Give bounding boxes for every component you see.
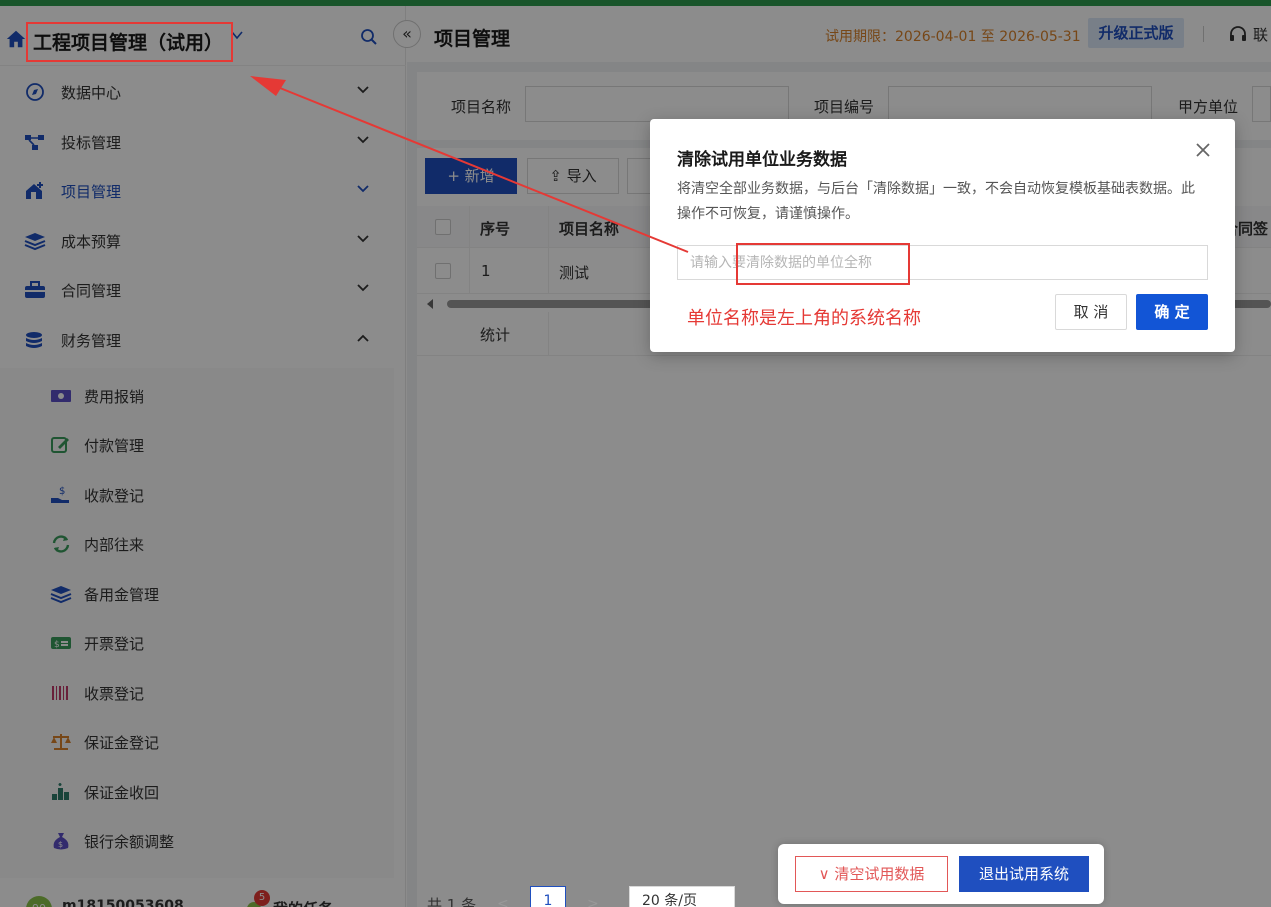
annotation-note: 单位名称是左上角的系统名称 — [687, 308, 921, 329]
exit-trial-button[interactable]: 退出试用系统 — [959, 856, 1089, 892]
page-number-button[interactable]: 1 — [530, 886, 566, 907]
annotation-box-system-name — [26, 22, 233, 62]
next-page-button[interactable]: > — [587, 896, 599, 907]
page-size-select[interactable]: 20 条/页 — [629, 886, 735, 907]
close-icon[interactable] — [1194, 141, 1212, 159]
annotation-box-input — [736, 243, 910, 285]
clear-trial-data-label: 清空试用数据 — [834, 865, 925, 883]
prev-page-button[interactable]: < — [497, 896, 509, 907]
pagination: 共 1 条 < 1 > 20 条/页 — [427, 884, 767, 907]
dialog-description: 将清空全部业务数据，与后台「清除数据」一致，不会自动恢复模板基础表数据。此操作不… — [677, 181, 1195, 222]
clear-trial-data-button[interactable]: ∨ 清空试用数据 — [795, 856, 948, 892]
dialog-title: 清除试用单位业务数据 — [677, 150, 847, 170]
total-count: 共 1 条 — [427, 896, 477, 907]
chevron-down-icon: ∨ — [818, 865, 835, 883]
cancel-button[interactable]: 取 消 — [1055, 294, 1127, 330]
trial-action-bar: ∨ 清空试用数据 退出试用系统 — [778, 844, 1104, 904]
confirm-button[interactable]: 确 定 — [1136, 294, 1208, 330]
